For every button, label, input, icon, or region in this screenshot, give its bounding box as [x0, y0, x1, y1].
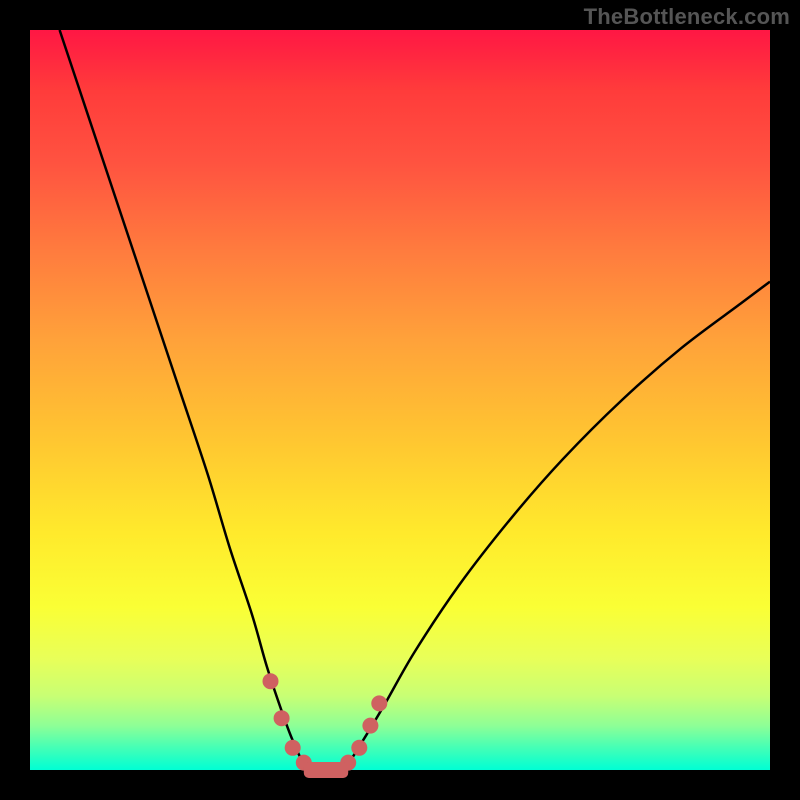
chart-svg	[30, 30, 770, 770]
marker-dot	[351, 740, 367, 756]
marker-dot	[371, 695, 387, 711]
plot-area	[30, 30, 770, 770]
marker-bar	[304, 762, 348, 778]
chart-frame: TheBottleneck.com	[0, 0, 800, 800]
watermark-text: TheBottleneck.com	[584, 4, 790, 30]
marker-dot	[362, 718, 378, 734]
bottleneck-curve	[60, 30, 770, 771]
marker-dot	[285, 740, 301, 756]
marker-dot	[274, 710, 290, 726]
marker-dot	[263, 673, 279, 689]
